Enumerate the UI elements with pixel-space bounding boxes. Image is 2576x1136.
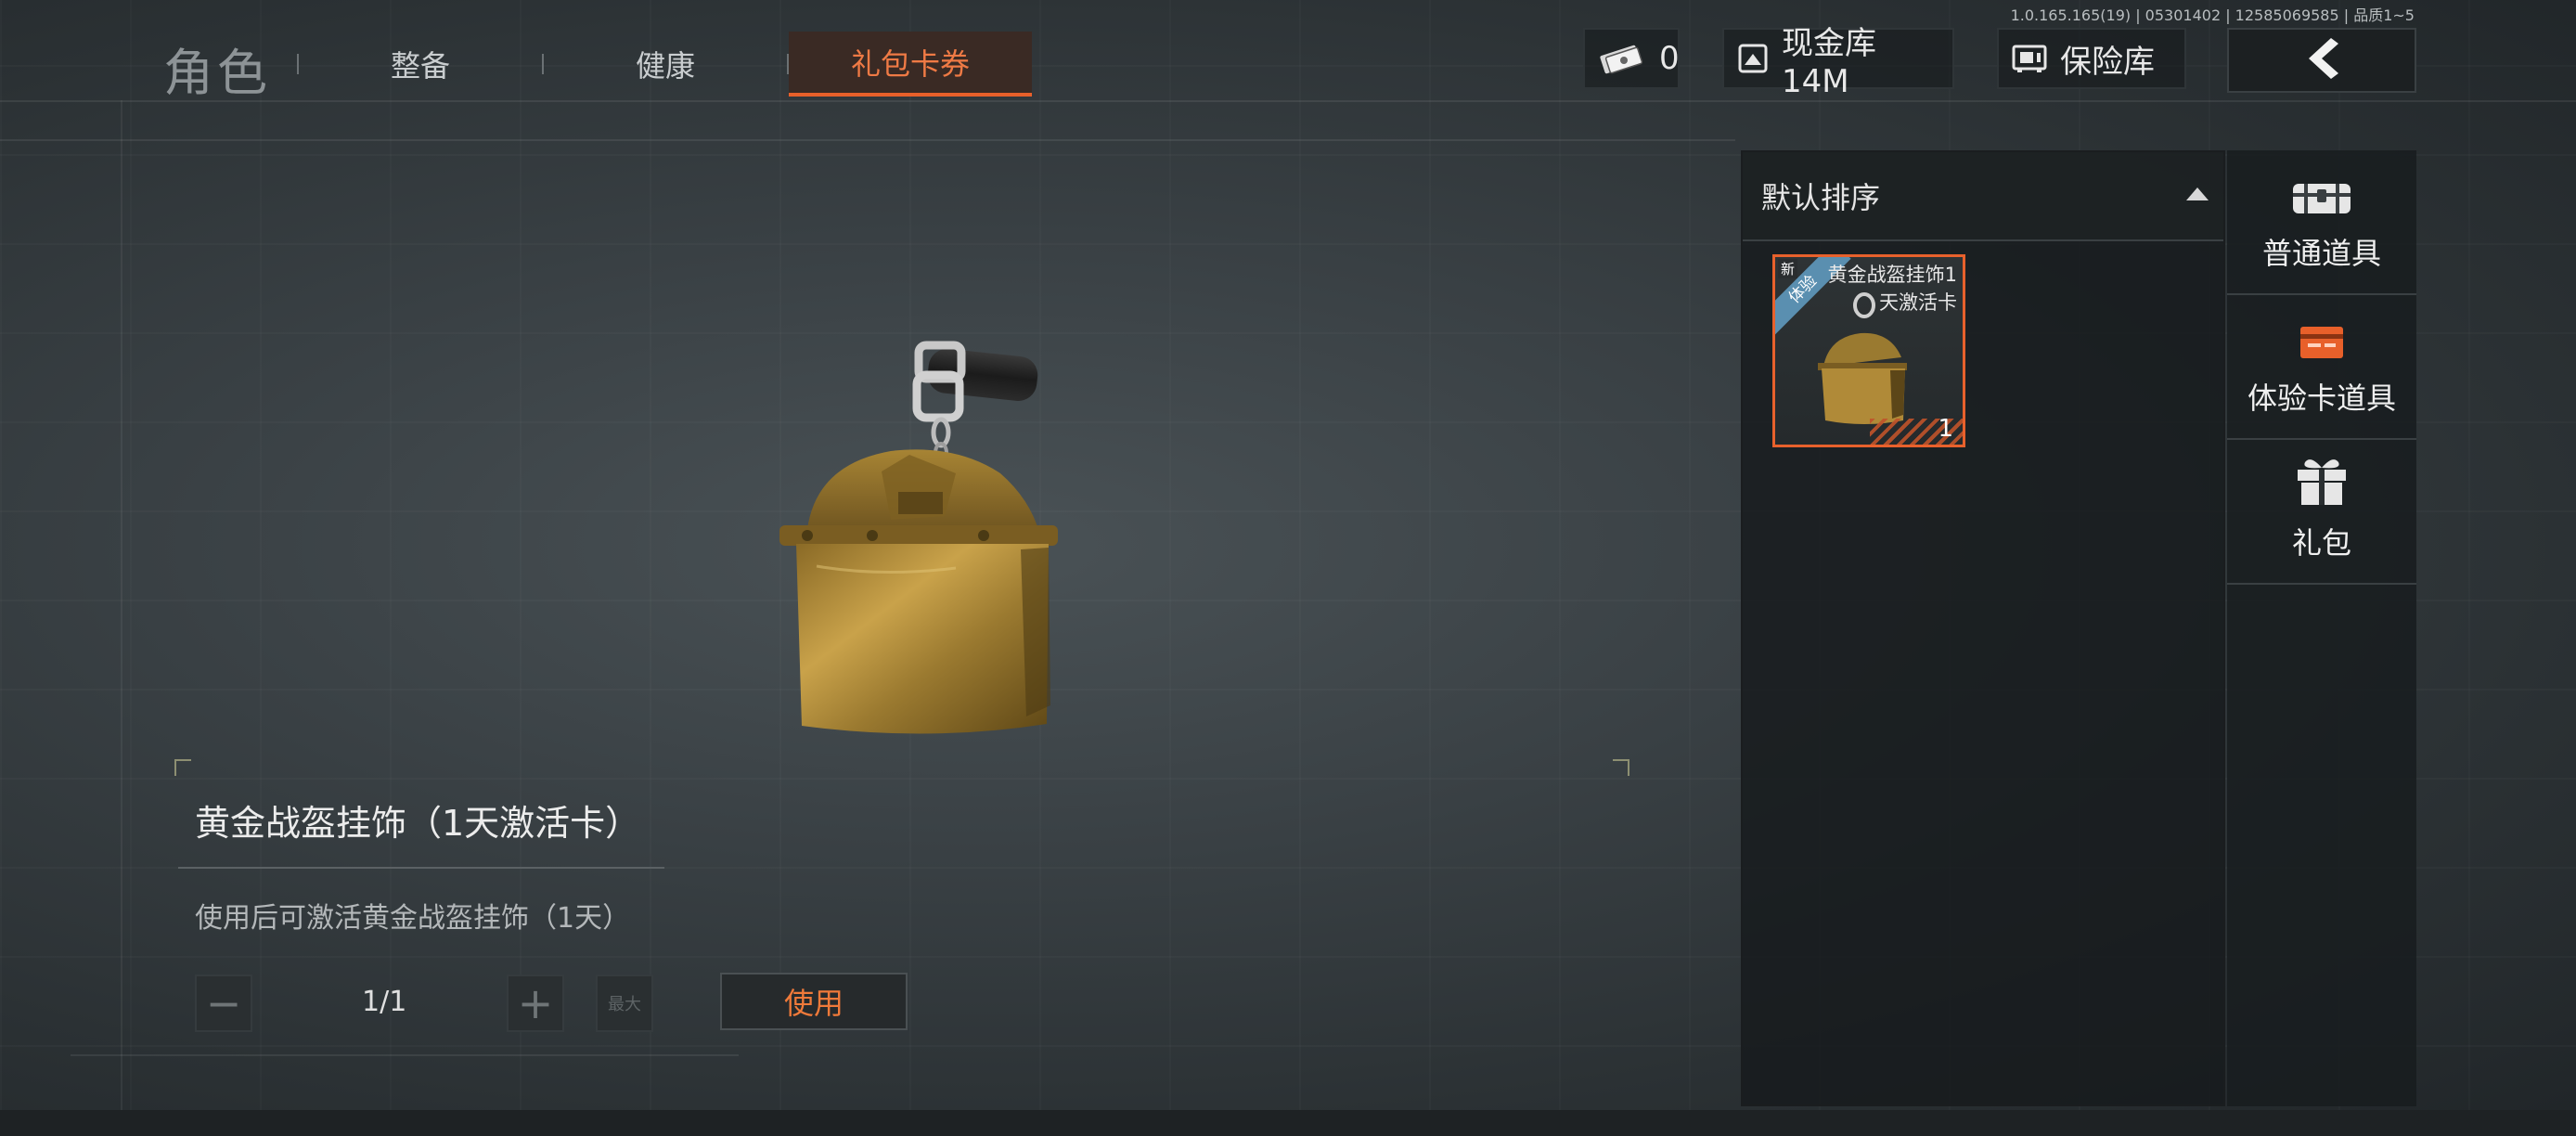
- tab-gift-cards[interactable]: 礼包卡券: [789, 32, 1032, 97]
- frame-corner: [174, 759, 191, 776]
- tab-separator: [297, 54, 299, 74]
- max-quantity-button[interactable]: 最大: [596, 975, 653, 1032]
- back-button[interactable]: [2227, 28, 2416, 93]
- new-badge: 新: [1778, 259, 1798, 278]
- sort-dropdown[interactable]: 默认排序: [1743, 152, 2223, 241]
- golden-helmet-charm-image: [779, 341, 1058, 734]
- category-label: 普通道具: [2261, 236, 2381, 271]
- bottom-bar: [0, 1110, 2576, 1136]
- divider: [71, 1054, 739, 1056]
- top-bar: 角色 整备 健康 礼包卡券 1.0.165.165(19) | 05301402…: [0, 0, 2576, 102]
- item-preview[interactable]: [770, 334, 1141, 780]
- divider: [0, 100, 2576, 102]
- divider: [0, 139, 1735, 141]
- version-info: 1.0.165.165(19) | 05301402 | 12585069585…: [2010, 6, 2415, 24]
- category-label: 体验卡道具: [2247, 381, 2396, 416]
- quantity-value: 1/1: [362, 986, 407, 1018]
- category-sidebar: 普通道具 体验卡道具 礼包: [2227, 150, 2416, 1106]
- safe-icon: [2012, 44, 2047, 73]
- page-title: 角色: [163, 44, 271, 102]
- cash-vault-icon: [1737, 43, 1769, 74]
- inventory-item-card[interactable]: 体验 新 黄金战盔挂饰1 天激活卡 1: [1772, 254, 1965, 447]
- divider: [178, 867, 664, 869]
- item-name: 黄金战盔挂饰（1天激活卡）: [195, 803, 641, 844]
- tab-equipment[interactable]: 整备: [334, 32, 507, 97]
- item-description: 使用后可激活黄金战盔挂饰（1天）: [195, 902, 631, 935]
- decrease-quantity-button[interactable]: −: [195, 975, 252, 1032]
- currency-value: 0: [1659, 40, 1680, 77]
- category-common-items[interactable]: 普通道具: [2227, 150, 2416, 295]
- category-experience-cards[interactable]: 体验卡道具: [2227, 295, 2416, 440]
- chest-icon: [2289, 176, 2354, 221]
- tab-health[interactable]: 健康: [579, 32, 752, 97]
- sort-label: 默认排序: [1761, 180, 1881, 215]
- frame-corner: [1613, 759, 1629, 776]
- category-label: 礼包: [2291, 525, 2351, 561]
- item-card-name-line: 黄金战盔挂饰1: [1827, 264, 1957, 286]
- item-card-name-line: 天激活卡: [1879, 291, 1957, 314]
- experience-card-icon: [2297, 321, 2347, 366]
- divider: [121, 100, 122, 1112]
- item-card-name: 黄金战盔挂饰1 天激活卡: [1799, 261, 1957, 316]
- cash-vault-label: 现金库 14M: [1782, 24, 1876, 100]
- safe-label: 保险库: [2060, 43, 2155, 81]
- tab-separator: [542, 54, 544, 74]
- safe-button[interactable]: 保险库: [1997, 28, 2186, 89]
- chevron-up-icon: [2186, 187, 2209, 200]
- quantity-selector: − 1/1 + 最大: [71, 969, 739, 1036]
- use-button[interactable]: 使用: [720, 973, 908, 1030]
- inventory-panel: 默认排序 体验 新 黄金战盔挂饰1 天激活卡 1: [1741, 150, 2225, 1106]
- banknote-icon: [1598, 43, 1646, 74]
- gift-icon: [2294, 455, 2350, 510]
- item-count: 1: [1938, 415, 1953, 443]
- cash-vault-button[interactable]: 现金库 14M: [1722, 25, 1954, 100]
- currency-display: 0: [1583, 28, 1680, 89]
- increase-quantity-button[interactable]: +: [507, 975, 564, 1032]
- category-gift-packs[interactable]: 礼包: [2227, 440, 2416, 585]
- back-arrow-icon: [2301, 36, 2342, 84]
